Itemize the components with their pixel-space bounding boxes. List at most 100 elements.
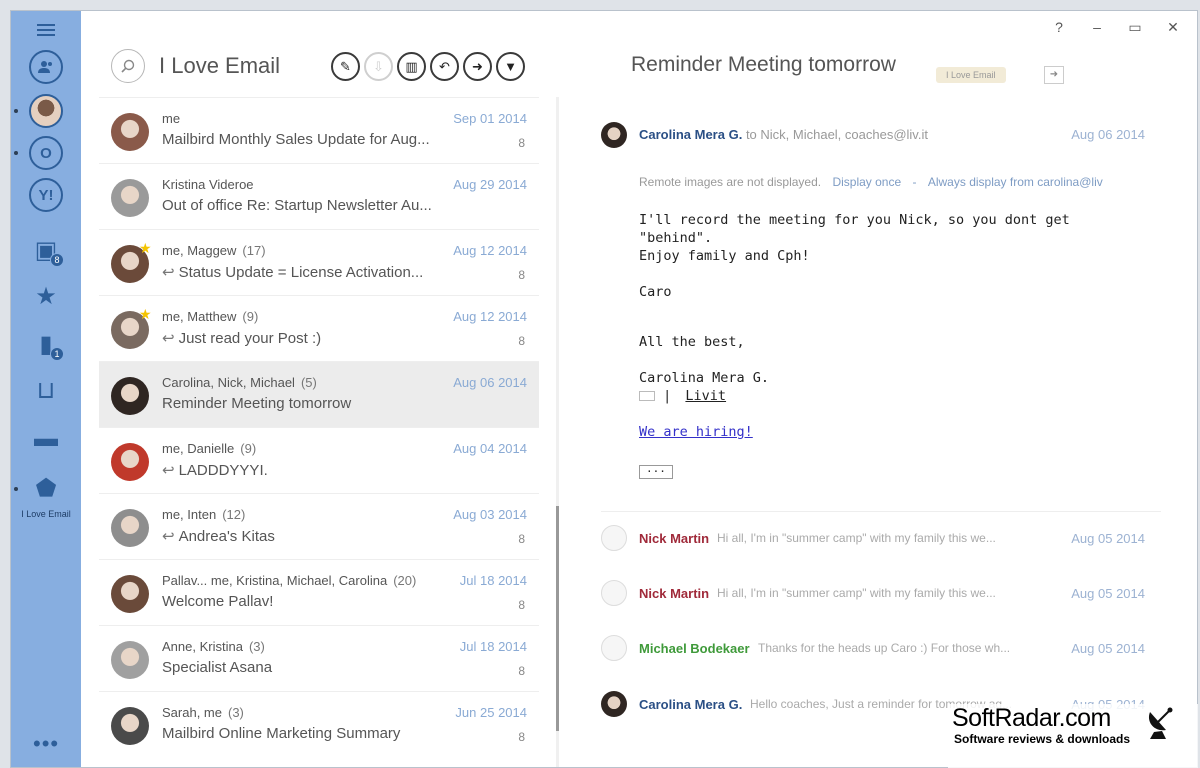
thread-preview: Hi all, I'm in "summer camp" with my fam… bbox=[717, 586, 996, 600]
message-subject: ↩ Status Update = License Activation... bbox=[162, 263, 452, 281]
message-date: Sep 01 2014 bbox=[453, 111, 527, 126]
archive-nav-button[interactable]: ▬ bbox=[28, 421, 64, 457]
always-display-link[interactable]: Always display from carolina@liv bbox=[928, 175, 1103, 189]
avatar bbox=[29, 94, 63, 128]
inbox-nav-button[interactable]: ▣ 8 bbox=[28, 233, 64, 269]
message-row[interactable]: Kristina Videroe Aug 29 2014 Out of offi… bbox=[99, 163, 539, 229]
email-date: Aug 06 2014 bbox=[1071, 127, 1145, 142]
hiring-link[interactable]: We are hiring! bbox=[639, 423, 753, 441]
archive-icon: ▬ bbox=[34, 425, 58, 452]
thread-message-row[interactable]: Nick Martin Hi all, I'm in "summer camp"… bbox=[601, 525, 1151, 555]
avatar bbox=[601, 525, 627, 551]
message-row[interactable]: Anne, Kristina (3) Jul 18 2014 Specialist… bbox=[99, 625, 539, 691]
thread-message-row[interactable]: Michael Bodekaer Thanks for the heads up… bbox=[601, 635, 1151, 665]
avatar bbox=[111, 641, 149, 679]
sender-names: me, Danielle bbox=[162, 441, 235, 456]
body-line: Enjoy family and Cph! bbox=[639, 248, 810, 264]
outlook-account-button[interactable]: O bbox=[14, 135, 64, 171]
watermark: SoftRadar.com Software reviews & downloa… bbox=[948, 704, 1198, 768]
thread-sender: Michael Bodekaer bbox=[639, 641, 750, 656]
more-button[interactable]: ••• bbox=[33, 731, 59, 757]
yahoo-account-button[interactable]: Y! bbox=[28, 177, 64, 213]
show-quoted-button[interactable]: ··· bbox=[639, 465, 673, 479]
attachment-count: 8 bbox=[518, 730, 525, 744]
sender-names: me, Maggew bbox=[162, 243, 237, 258]
account-avatar-button[interactable] bbox=[14, 93, 64, 129]
reply-button[interactable]: ↶ bbox=[430, 52, 459, 81]
thread-count: (20) bbox=[393, 573, 417, 588]
arrow-right-icon: ➜ bbox=[1049, 69, 1059, 80]
thread-count: (5) bbox=[300, 375, 317, 390]
message-date: Jul 18 2014 bbox=[459, 573, 527, 588]
inbox-badge-icon: 8 bbox=[50, 253, 64, 267]
list-header: I Love Email ✎ ⇩ ▥ ↶ ➜ ▼ bbox=[111, 49, 541, 85]
subject-text: Welcome Pallav! bbox=[162, 593, 274, 610]
watermark-subtitle: Software reviews & downloads bbox=[954, 732, 1131, 746]
avatar bbox=[111, 443, 149, 481]
company-link[interactable]: Livit bbox=[685, 388, 726, 404]
display-once-link[interactable]: Display once bbox=[832, 175, 901, 189]
sender-name-text: Carolina Mera G. bbox=[639, 127, 743, 142]
sent-nav-button[interactable]: ⊔ bbox=[28, 373, 64, 409]
message-row[interactable]: me Sep 01 2014 Mailbird Monthly Sales Up… bbox=[99, 97, 539, 163]
outlook-icon: O bbox=[29, 136, 63, 170]
message-date: Aug 04 2014 bbox=[453, 441, 527, 456]
remote-images-notice: Remote images are not displayed. Display… bbox=[639, 175, 1103, 189]
sender-name[interactable]: Carolina Mera G. to Nick, Michael, coach… bbox=[639, 127, 928, 142]
attachment-count: 8 bbox=[518, 598, 525, 612]
thread-date: Aug 05 2014 bbox=[1071, 586, 1145, 601]
thread-count: (3) bbox=[248, 639, 265, 654]
download-button[interactable]: ⇩ bbox=[364, 52, 393, 81]
starred-nav-button[interactable]: ★ bbox=[28, 279, 64, 315]
folder-tag[interactable]: I Love Email bbox=[936, 67, 1006, 83]
message-row[interactable]: ★ me, Maggew (17) Aug 12 2014 ↩ Status Upd… bbox=[99, 229, 539, 295]
label-name[interactable]: I Love Email bbox=[11, 509, 81, 519]
more-actions-button[interactable]: ▼ bbox=[496, 52, 525, 81]
scrollbar-thumb[interactable] bbox=[556, 506, 559, 731]
delete-button[interactable]: ▥ bbox=[397, 52, 426, 81]
message-from: me, Danielle (9) bbox=[162, 441, 256, 456]
contacts-button[interactable] bbox=[28, 49, 64, 85]
broken-image-icon bbox=[639, 391, 655, 401]
email-body: I'll record the meeting for you Nick, so… bbox=[639, 211, 1139, 480]
star-icon[interactable]: ★ bbox=[139, 240, 152, 257]
search-button[interactable] bbox=[111, 49, 145, 83]
message-row[interactable]: me, Inten (12) Aug 03 2014 ↩ Andrea's Kita… bbox=[99, 493, 539, 559]
forward-button[interactable]: ➜ bbox=[463, 52, 492, 81]
toolbar: ✎ ⇩ ▥ ↶ ➜ ▼ bbox=[331, 52, 525, 81]
yahoo-icon: Y! bbox=[29, 178, 63, 212]
message-row[interactable]: Pallav... me, Kristina, Michael, Carolin… bbox=[99, 559, 539, 625]
message-from: Anne, Kristina (3) bbox=[162, 639, 265, 654]
sender-names: Carolina, Nick, Michael bbox=[162, 375, 295, 390]
message-from: Kristina Videroe bbox=[162, 177, 260, 192]
message-row[interactable]: Sarah, me (3) Jun 25 2014 Mailbird Online… bbox=[99, 691, 539, 757]
thread-message-row[interactable]: Nick Martin Hi all, I'm in "summer camp"… bbox=[601, 580, 1151, 610]
message-row[interactable]: ★ me, Matthew (9) Aug 12 2014 ↩ Just read … bbox=[99, 295, 539, 361]
attachment-count: 8 bbox=[518, 664, 525, 678]
satellite-dish-icon bbox=[1148, 707, 1173, 739]
thread-sender: Carolina Mera G. bbox=[639, 697, 743, 712]
body-paragraph: I'll record the meeting for you Nick, so… bbox=[639, 211, 1139, 265]
subject-text: LADDDYYYI. bbox=[178, 462, 268, 479]
menu-icon[interactable] bbox=[37, 21, 55, 39]
message-from: Pallav... me, Kristina, Michael, Carolin… bbox=[162, 573, 416, 588]
chevron-down-icon: ▼ bbox=[504, 59, 517, 74]
people-icon bbox=[29, 50, 63, 84]
message-subject: ↩ Andrea's Kitas bbox=[162, 527, 452, 545]
message-subject: Mailbird Online Marketing Summary bbox=[162, 725, 452, 742]
drafts-nav-button[interactable]: ▮ 1 bbox=[28, 327, 64, 363]
message-row[interactable]: Carolina, Nick, Michael (5) Aug 06 2014 R… bbox=[99, 361, 539, 427]
thread-sender: Nick Martin bbox=[639, 586, 710, 601]
open-in-window-button[interactable]: ➜ bbox=[1044, 66, 1064, 84]
message-row[interactable]: me, Danielle (9) Aug 04 2014 ↩ LADDDYYYI. bbox=[99, 427, 539, 493]
attachment-count: 8 bbox=[518, 268, 525, 282]
compose-button[interactable]: ✎ bbox=[331, 52, 360, 81]
reply-icon: ↩ bbox=[162, 462, 175, 479]
star-icon[interactable]: ★ bbox=[139, 306, 152, 323]
label-nav-button[interactable]: ⬟ bbox=[14, 471, 64, 507]
divider bbox=[601, 511, 1161, 512]
sender-row[interactable]: Carolina Mera G. to Nick, Michael, coach… bbox=[601, 122, 1151, 152]
signature-pipe: | bbox=[663, 388, 672, 404]
message-date: Aug 03 2014 bbox=[453, 507, 527, 522]
message-date: Aug 12 2014 bbox=[453, 309, 527, 324]
